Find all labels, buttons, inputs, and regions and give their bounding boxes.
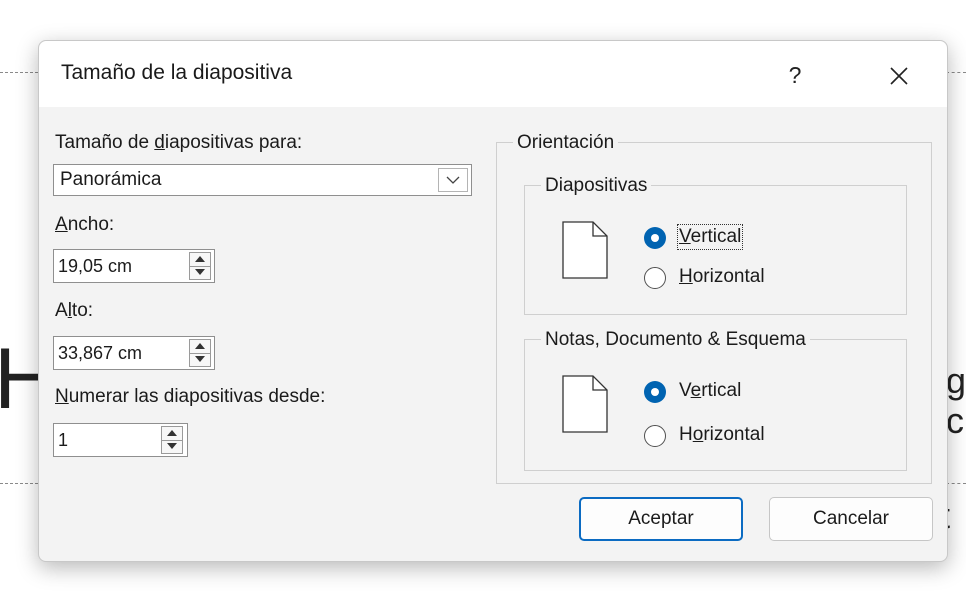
slide-placeholder-border-mid-right (946, 483, 966, 484)
width-value: 19,05 cm (58, 256, 133, 276)
numbering-decrement-button[interactable] (162, 440, 182, 453)
triangle-up-icon (167, 430, 177, 436)
radio-unchecked-icon (644, 425, 666, 447)
triangle-up-icon (195, 343, 205, 349)
radio-unchecked-icon (644, 267, 666, 289)
ok-button[interactable]: Aceptar (579, 497, 743, 541)
slide-placeholder-border-mid (0, 483, 38, 484)
triangle-down-icon (195, 269, 205, 275)
portrait-page-icon (562, 375, 608, 433)
slide-placeholder-border-top-right (946, 72, 966, 73)
close-icon (890, 67, 908, 85)
orientation-group: Orientación Diapositivas Vertical Horizo… (496, 132, 932, 484)
slides-orientation-group: Diapositivas Vertical Horizontal (524, 175, 907, 315)
triangle-down-icon (167, 443, 177, 449)
triangle-up-icon (195, 256, 205, 262)
radio-checked-icon (644, 227, 666, 249)
height-increment-button[interactable] (190, 340, 210, 354)
close-button[interactable] (877, 55, 921, 95)
dialog-title: Tamaño de la diapositiva (61, 61, 293, 84)
width-spin-buttons (189, 252, 211, 280)
height-spinner[interactable]: 33,867 cm (53, 336, 215, 370)
numbering-increment-button[interactable] (162, 427, 182, 441)
slides-group-title: Diapositivas (541, 175, 652, 197)
portrait-page-icon (562, 221, 608, 279)
notes-group-title: Notas, Documento & Esquema (541, 329, 810, 351)
slide-text-fragment-top: g (946, 360, 966, 401)
width-decrement-button[interactable] (190, 266, 210, 279)
help-button[interactable]: ? (779, 59, 811, 91)
numbering-value: 1 (58, 430, 69, 450)
triangle-down-icon (195, 356, 205, 362)
radio-checked-icon (644, 381, 666, 403)
notes-orientation-group: Notas, Documento & Esquema Vertical Hori… (524, 329, 907, 471)
numbering-spin-buttons (161, 426, 183, 454)
slide-size-label: Tamaño de diapositivas para: (55, 132, 303, 153)
slide-placeholder-border-top (0, 72, 38, 73)
height-label: Alto: (55, 300, 94, 321)
slide-size-value: Panorámica (60, 169, 162, 190)
notes-vertical-label: Vertical (679, 380, 742, 401)
slides-horizontal-label: Horizontal (679, 266, 765, 287)
slide-text-fragment-mid: c (946, 400, 964, 441)
width-spinner[interactable]: 19,05 cm (53, 249, 215, 283)
chevron-down-icon (446, 176, 460, 184)
width-label: Ancho: (55, 214, 115, 235)
height-decrement-button[interactable] (190, 353, 210, 366)
height-value: 33,867 cm (58, 343, 143, 363)
slide-size-dialog: Tamaño de la diapositiva ? Tamaño de dia… (38, 40, 948, 562)
slide-size-dropdown[interactable]: Panorámica (53, 164, 472, 196)
height-spin-buttons (189, 339, 211, 367)
numbering-label: Numerar las diapositivas desde: (55, 386, 326, 407)
cancel-button[interactable]: Cancelar (769, 497, 933, 541)
notes-horizontal-label: Horizontal (679, 424, 765, 445)
slides-vertical-label: Vertical (676, 224, 744, 250)
width-increment-button[interactable] (190, 253, 210, 267)
dropdown-button[interactable] (438, 168, 468, 192)
orientation-title: Orientación (513, 132, 619, 154)
numbering-spinner[interactable]: 1 (53, 423, 188, 457)
dialog-titlebar: Tamaño de la diapositiva ? (39, 41, 947, 107)
